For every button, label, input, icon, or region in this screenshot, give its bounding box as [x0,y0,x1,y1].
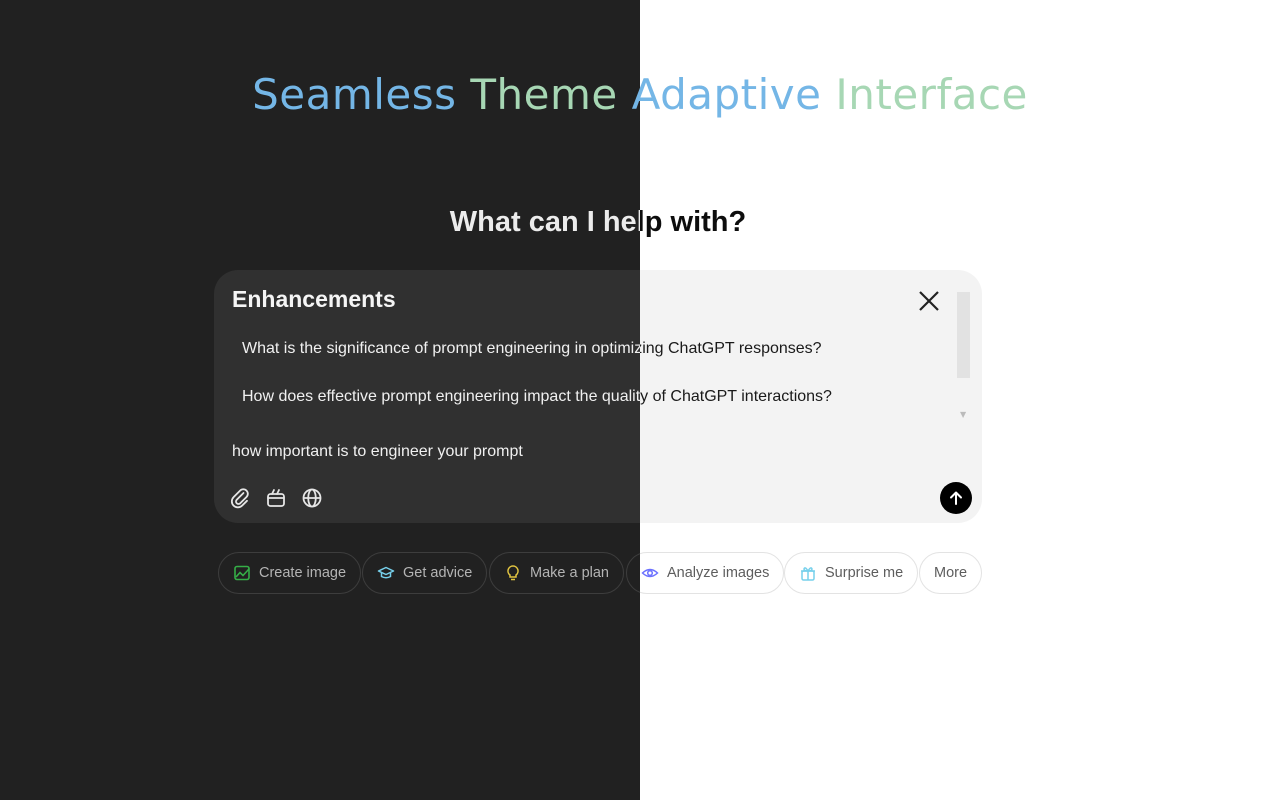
chip-create-image[interactable]: Create image [218,552,362,594]
suggestion-item[interactable]: How does effective prompt engineering im… [242,388,640,406]
scroll-down-icon[interactable]: ▼ [960,410,966,419]
page-title: Seamless Theme Adaptive Interface [640,70,1280,119]
gift-icon [799,564,817,582]
title-word: Seamless [252,70,457,119]
chip-surprise-me[interactable]: Surprise me [784,552,919,594]
suggestion-item[interactable]: What is the significance of prompt engin… [640,340,822,358]
chip-more[interactable]: More [919,552,983,594]
globe-icon [302,488,322,508]
chip-label: Make a plan [530,565,609,581]
prompt-input[interactable]: how important is to engineer your prompt [640,443,932,461]
composer-card: Enhancements ▼ What is the significance … [214,270,640,523]
light-theme-half: Seamless Theme Adaptive Interface What c… [640,0,1280,800]
send-button[interactable] [940,482,972,514]
title-word: Interface [835,70,1028,119]
suggestion-item[interactable]: What is the significance of prompt engin… [242,340,640,358]
chip-get-advice[interactable]: Get advice [362,552,488,594]
web-search-button[interactable] [300,486,324,510]
chip-analyze-images[interactable]: Analyze images [640,552,785,594]
chip-label: More [934,565,968,581]
eye-icon [641,564,659,582]
chip-make-a-plan[interactable]: Make a plan [489,552,624,594]
chip-label: Analyze images [667,565,770,581]
image-icon [233,564,251,582]
suggestions-scrollbar[interactable]: ▼ [957,290,971,419]
arrow-up-icon [950,491,962,505]
chip-label: Create image [259,565,347,581]
toolbox-icon [267,489,285,507]
close-icon [919,291,939,311]
help-heading: What can I help with? [449,206,640,238]
close-button[interactable] [914,286,944,316]
prompt-input[interactable]: how important is to engineer your prompt [232,443,640,461]
chip-label: Surprise me [825,565,904,581]
help-heading: What can I help with? [640,206,747,238]
dark-theme-half: Seamless Theme Adaptive Interface What c… [0,0,640,800]
tools-button[interactable] [264,486,288,510]
title-word: Adaptive [632,70,640,119]
suggestion-item[interactable]: How does effective prompt engineering im… [640,388,832,406]
page-title: Seamless Theme Adaptive Interface [0,70,640,119]
app-stage: Seamless Theme Adaptive Interface What c… [0,0,1280,800]
title-word: Theme [470,70,618,119]
enhancements-title: Enhancements [232,286,396,312]
attach-button[interactable] [228,486,252,510]
graduation-cap-icon [377,564,395,582]
chip-label: Get advice [403,565,473,581]
composer-card: Enhancements ▼ What is the significance … [640,270,982,523]
title-word: Adaptive [640,70,822,119]
scrollbar-thumb[interactable] [957,292,970,378]
chip-analyze-images[interactable]: Analyze images [626,552,640,594]
lightbulb-icon [504,564,522,582]
paperclip-icon [231,488,249,509]
